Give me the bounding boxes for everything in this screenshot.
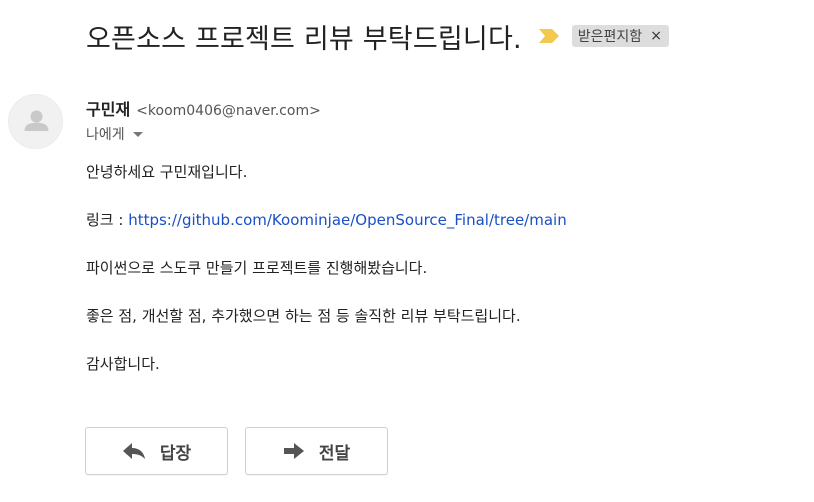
body-closing: 감사합니다. bbox=[86, 355, 160, 373]
chevron-down-icon[interactable] bbox=[132, 131, 143, 137]
repository-link[interactable]: https://github.com/Koominjae/OpenSource_… bbox=[128, 211, 567, 229]
subject-row: 오픈소스 프로젝트 리뷰 부탁드립니다. 받은편지함 × bbox=[86, 16, 669, 56]
message-actions: 답장 전달 bbox=[85, 427, 388, 475]
body-request-line: 좋은 점, 개선할 점, 추가했으면 하는 점 등 솔직한 리뷰 부탁드립니다. bbox=[86, 307, 521, 325]
remove-label-icon[interactable]: × bbox=[650, 28, 662, 44]
sender-name: 구민재 bbox=[86, 100, 131, 119]
label-chip-inbox[interactable]: 받은편지함 × bbox=[571, 25, 669, 47]
body-link-line: 링크 : https://github.com/Koominjae/OpenSo… bbox=[86, 208, 786, 232]
forward-label: 전달 bbox=[318, 443, 351, 464]
reply-button[interactable]: 답장 bbox=[85, 427, 228, 475]
label-chip-text: 받은편지함 bbox=[577, 29, 643, 45]
forward-arrow-icon bbox=[283, 443, 304, 459]
importance-marker-icon[interactable] bbox=[538, 27, 560, 45]
body-project-line: 파이썬으로 스도쿠 만들기 프로젝트를 진행해봤습니다. bbox=[86, 259, 428, 277]
forward-button[interactable]: 전달 bbox=[245, 427, 388, 475]
link-prefix: 링크 : bbox=[86, 211, 129, 229]
sender-email: <koom0406@naver.com> bbox=[136, 103, 321, 119]
body-greeting: 안녕하세요 구민재입니다. bbox=[86, 163, 248, 181]
recipient-label: 나에게 bbox=[86, 127, 125, 143]
recipient-row: 나에게 bbox=[86, 124, 143, 144]
email-view: 오픈소스 프로젝트 리뷰 부탁드립니다. 받은편지함 × 구민재 <koom04… bbox=[0, 0, 814, 502]
sender-avatar bbox=[8, 94, 63, 149]
email-subject: 오픈소스 프로젝트 리뷰 부탁드립니다. bbox=[86, 23, 522, 55]
sender-row: 구민재 <koom0406@naver.com> bbox=[86, 96, 321, 119]
reply-label: 답장 bbox=[159, 443, 192, 464]
email-body: 안녕하세요 구민재입니다. 링크 : https://github.com/Ko… bbox=[86, 160, 786, 400]
person-icon bbox=[24, 110, 49, 131]
reply-arrow-icon bbox=[122, 443, 145, 459]
